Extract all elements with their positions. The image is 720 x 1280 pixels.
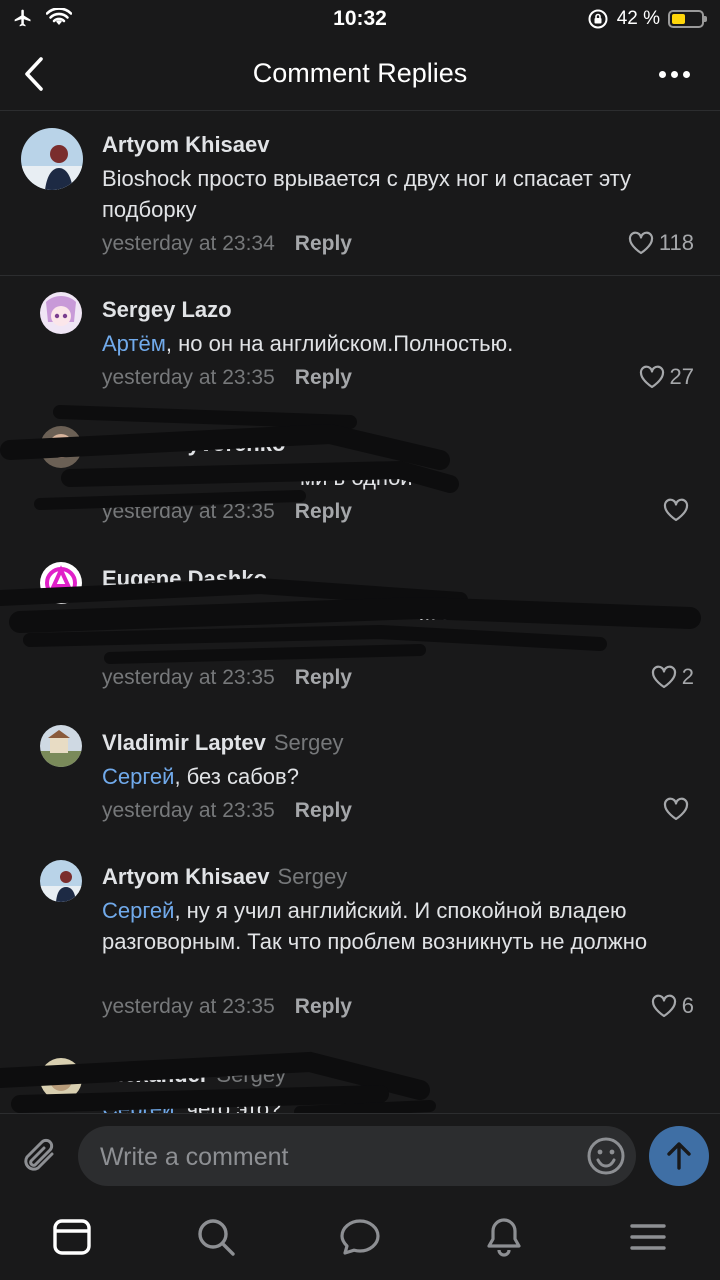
comment-text: ми в одной xyxy=(300,465,413,490)
mention-link[interactable]: Сергей xyxy=(102,898,174,923)
heart-icon xyxy=(639,365,664,389)
reply-button[interactable]: Reply xyxy=(295,232,352,255)
arrow-up-icon xyxy=(667,1142,691,1170)
reply-button[interactable]: Reply xyxy=(295,995,352,1018)
comment-text: Сергей, чего это? xyxy=(102,1093,692,1113)
like-button[interactable]: 6 xyxy=(651,993,694,1019)
avatar[interactable] xyxy=(40,426,82,468)
tab-home[interactable] xyxy=(48,1213,96,1261)
battery-icon xyxy=(668,10,707,28)
avatar[interactable] xyxy=(40,1058,82,1100)
orientation-lock-icon xyxy=(588,9,608,29)
comment-time: yesterday at 23:35 xyxy=(102,995,275,1018)
reply-button[interactable]: Reply xyxy=(295,366,352,389)
page-title: Comment Replies xyxy=(252,58,468,88)
messages-tab-icon xyxy=(340,1219,380,1255)
comment-text: Артём, но он на английском.Полностью. xyxy=(102,331,514,356)
comment: Eugene Dashko ж атив yesterday at 23:35 R… xyxy=(0,544,720,709)
reply-button[interactable]: Reply xyxy=(295,500,352,523)
comment-text: Сергей, ну я учил английский. И спокойно… xyxy=(102,898,648,954)
reply-to-name[interactable]: Sergey xyxy=(278,864,348,889)
smile-icon xyxy=(587,1137,625,1175)
comment-text: Bioshock просто врывается с двух ног и с… xyxy=(102,166,632,222)
comment-meta: yesterday at 23:35 Reply xyxy=(102,995,352,1019)
comment-author[interactable]: Artyom Khisaev Sergey xyxy=(102,864,347,890)
comment-time: yesterday at 23:35 xyxy=(102,666,275,689)
tab-messages[interactable] xyxy=(336,1213,384,1261)
send-button[interactable] xyxy=(649,1126,709,1186)
home-tab-icon xyxy=(53,1219,91,1255)
reply-to-name[interactable]: Sergey xyxy=(274,730,344,755)
avatar[interactable] xyxy=(40,292,82,334)
comment-text: ж атив xyxy=(420,600,487,625)
tab-search[interactable] xyxy=(192,1213,240,1261)
like-button[interactable] xyxy=(663,498,694,522)
comment: Artyom Khisaev Bioshock просто врывается… xyxy=(0,110,720,275)
like-count: 6 xyxy=(681,993,694,1018)
comment: Alexander Sergey Сергей, чего это? xyxy=(0,1040,720,1113)
reply-button[interactable]: Reply xyxy=(295,799,352,822)
comment-time: yesterday at 23:35 xyxy=(102,500,275,523)
like-count: 2 xyxy=(681,664,694,689)
tab-bar xyxy=(0,1199,720,1280)
comment-input[interactable] xyxy=(98,1126,582,1188)
comment-text: Сергей, без сабов? xyxy=(102,764,299,789)
comment: Artyom Khisaev Sergey Сергей, ну я учил а… xyxy=(0,843,720,1040)
comment: Sergey Lazo Артём, но он на английском.П… xyxy=(0,276,720,410)
search-tab-icon xyxy=(198,1219,235,1256)
comment-author[interactable]: Eugene Dashko xyxy=(102,566,267,592)
comment-meta: yesterday at 23:35 Reply xyxy=(102,500,352,524)
reply-button[interactable]: Reply xyxy=(295,666,352,689)
avatar[interactable] xyxy=(40,562,82,604)
comment-composer xyxy=(0,1113,720,1200)
heart-icon xyxy=(663,498,689,522)
mention-link[interactable]: Артём xyxy=(102,331,166,356)
comment-author[interactable]: Alexander Sergey xyxy=(102,1062,286,1088)
notifications-tab-icon xyxy=(487,1218,521,1257)
heart-icon xyxy=(663,797,689,821)
like-button[interactable]: 27 xyxy=(639,364,694,390)
menu-tab-icon xyxy=(630,1224,666,1250)
mention-link[interactable]: Сергей xyxy=(102,764,174,789)
like-button[interactable]: 2 xyxy=(651,664,694,690)
header: Comment Replies xyxy=(0,38,720,111)
emoji-button[interactable] xyxy=(586,1136,626,1176)
tab-menu[interactable] xyxy=(624,1213,672,1261)
comment-time: yesterday at 23:34 xyxy=(102,232,275,255)
avatar[interactable] xyxy=(40,860,82,902)
heart-icon xyxy=(651,994,676,1018)
attach-button[interactable] xyxy=(18,1134,62,1178)
more-button[interactable] xyxy=(650,56,698,92)
comment-meta: yesterday at 23:34 Reply xyxy=(102,232,352,256)
battery-percent: 42 % xyxy=(616,8,660,29)
paperclip-icon xyxy=(24,1138,54,1171)
comment-author[interactable]: Vladimir Laptev Sergey xyxy=(102,730,344,756)
tab-notifications[interactable] xyxy=(480,1213,528,1261)
more-dots-icon xyxy=(658,70,666,78)
like-count: 118 xyxy=(658,230,694,255)
heart-icon xyxy=(628,231,654,255)
reply-to-name[interactable]: Sergey xyxy=(216,1062,286,1087)
heart-icon xyxy=(651,665,676,689)
comment: Vadim Syvorenko ми в одной yesterday at … xyxy=(0,410,720,544)
comment-author[interactable]: Sergey Lazo xyxy=(102,297,232,323)
like-count: 27 xyxy=(669,364,694,389)
comment-time: yesterday at 23:35 xyxy=(102,799,275,822)
avatar[interactable] xyxy=(40,725,82,767)
mention-link[interactable]: Сергей xyxy=(102,1096,174,1113)
comment: Vladimir Laptev Sergey Сергей, без сабов?… xyxy=(0,709,720,843)
comment-meta: yesterday at 23:35 Reply xyxy=(102,666,352,690)
comment-meta: yesterday at 23:35 Reply xyxy=(102,799,352,823)
comment-input-container xyxy=(78,1126,636,1188)
avatar[interactable] xyxy=(21,128,83,190)
comment-author[interactable]: Artyom Khisaev xyxy=(102,132,270,158)
comment-author[interactable]: Vadim Syvorenko xyxy=(102,431,285,457)
comment-meta: yesterday at 23:35 Reply xyxy=(102,366,352,390)
like-button[interactable] xyxy=(663,797,694,821)
comment-time: yesterday at 23:35 xyxy=(102,366,275,389)
status-bar: 10:32 42 % xyxy=(0,0,720,38)
like-button[interactable]: 118 xyxy=(628,230,694,256)
